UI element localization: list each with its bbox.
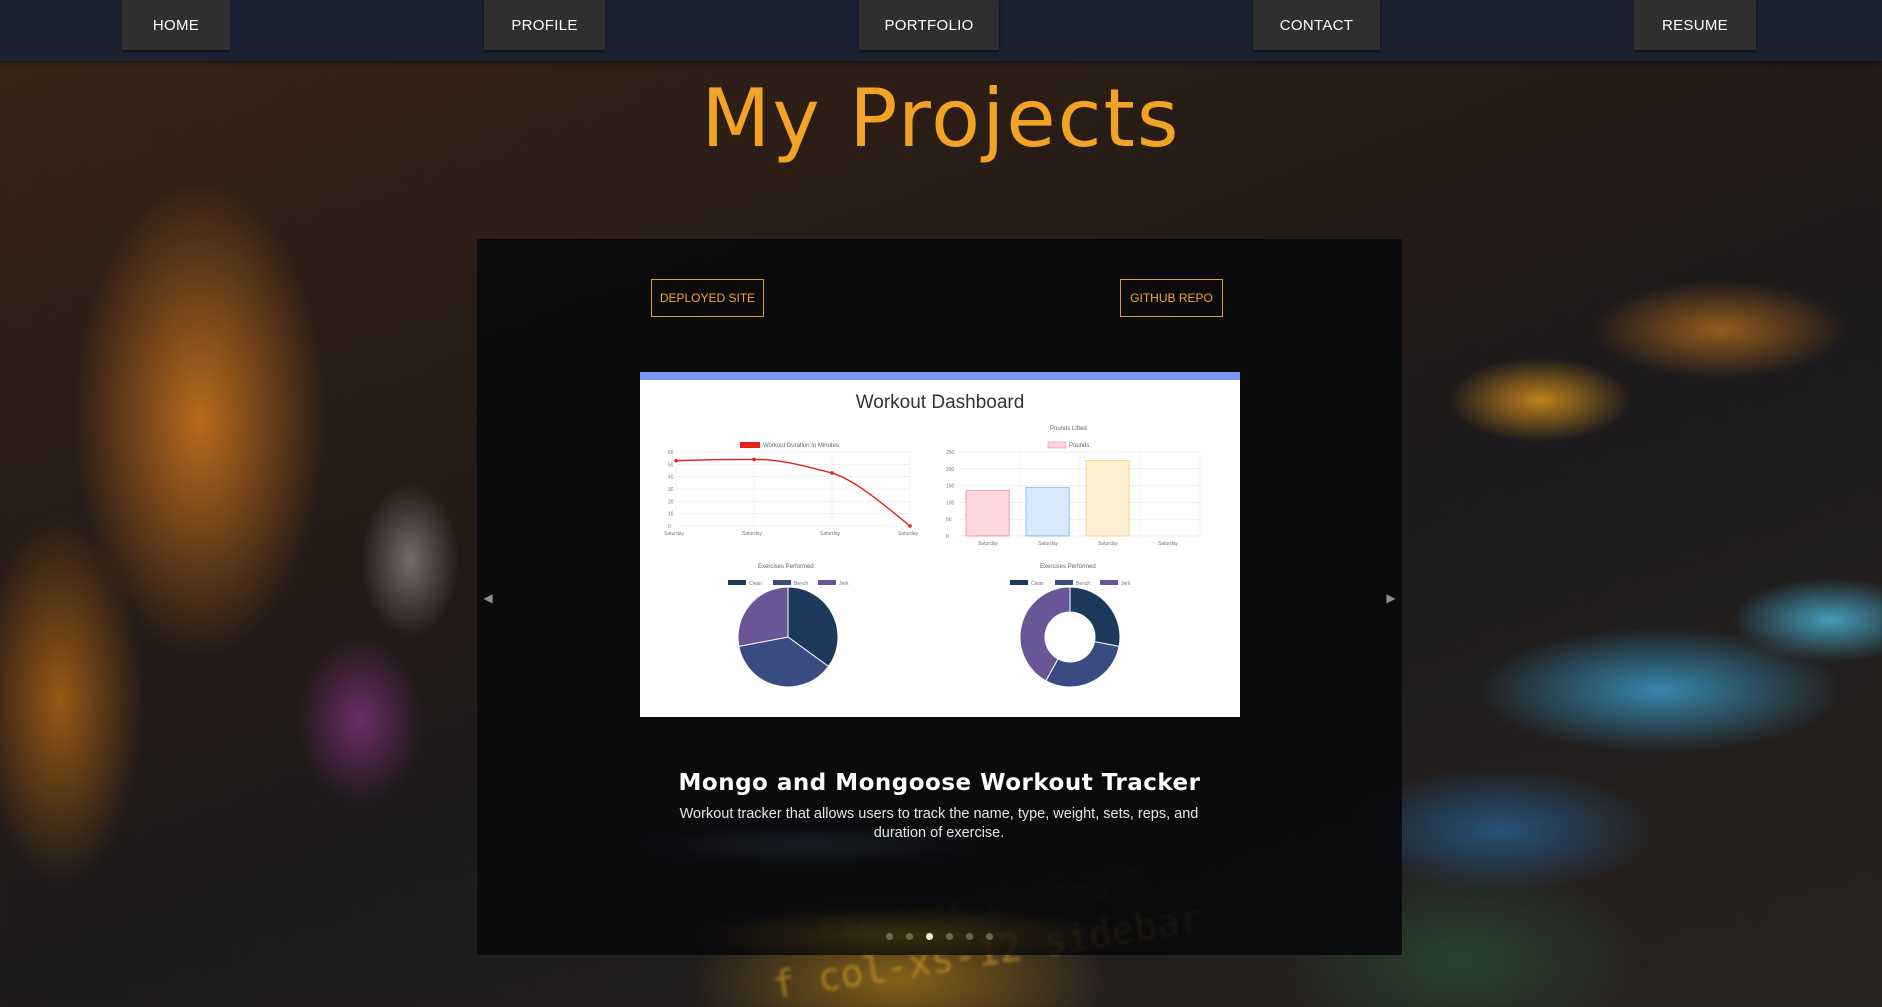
carousel-indicator-dot[interactable]	[886, 933, 893, 940]
bar-legend-swatch	[1047, 441, 1067, 449]
bar	[1025, 486, 1070, 537]
bar-y-tick: 250	[946, 450, 955, 456]
line-y-tick: 10	[668, 512, 674, 518]
bar-title: Pounds Lifted	[1050, 426, 1087, 432]
carousel-indicator-dot[interactable]	[906, 933, 913, 940]
line-point	[674, 458, 678, 463]
pie-legend-label: Jerk	[839, 581, 849, 587]
line-point	[752, 457, 756, 462]
line-x-tick: Saturday	[820, 531, 841, 537]
chevron-left-icon: ◀	[483, 591, 493, 605]
donut-legend-label: Clean	[1031, 581, 1044, 587]
nav-contact-button[interactable]: CONTACT	[1253, 0, 1380, 50]
line-y-tick: 50	[668, 462, 674, 468]
pie-legend-label: Bench	[794, 581, 808, 587]
bar	[965, 490, 1010, 537]
line-point	[830, 471, 834, 475]
line-x-tick: Saturday	[898, 531, 919, 537]
pie-legend-swatch	[773, 580, 791, 585]
carousel-prev-control[interactable]: ◀	[478, 583, 498, 613]
line-y-tick: 0	[668, 524, 671, 530]
line-x-tick: Saturday	[742, 531, 763, 537]
bar-y-tick: 150	[946, 484, 955, 490]
carousel-next-control[interactable]: ▶	[1381, 583, 1401, 613]
line-y-tick: 30	[668, 487, 674, 493]
line-y-tick: 20	[668, 499, 674, 505]
slide-description: Workout tracker that allows users to tra…	[679, 806, 1199, 841]
donut-slice	[1069, 586, 1121, 647]
carousel-indicator-dot[interactable]	[926, 933, 933, 940]
bar-x-tick: Saturday	[1158, 541, 1179, 547]
bar-x-tick: Saturday	[1098, 541, 1119, 547]
bar-y-tick: 100	[946, 500, 955, 506]
bar-y-tick: 200	[946, 467, 955, 473]
github-repo-button[interactable]: GITHUB REPO	[1120, 279, 1223, 317]
line-legend-swatch	[740, 442, 760, 448]
line-point	[908, 524, 912, 528]
pie-title: Exercises Performed	[758, 564, 814, 570]
top-navbar: HOME PROFILE PORTFOLIO CONTACT RESUME	[0, 0, 1882, 61]
carousel-indicators	[477, 933, 1402, 943]
donut-legend-swatch	[1010, 580, 1028, 585]
bar-y-tick: 50	[946, 517, 952, 523]
line-series	[675, 458, 911, 527]
donut-legend-label: Bench	[1076, 581, 1090, 587]
line-y-tick: 60	[668, 450, 674, 456]
bar-legend-label: Pounds	[1069, 443, 1089, 449]
nav-portfolio-button[interactable]: PORTFOLIO	[859, 0, 999, 50]
pie-legend-swatch	[818, 580, 836, 585]
donut-legend-swatch	[1055, 580, 1073, 585]
chevron-right-icon: ▶	[1386, 591, 1396, 605]
line-y-tick: 40	[668, 475, 674, 481]
pie-slice	[737, 586, 789, 647]
pie-legend-swatch	[728, 580, 746, 585]
project-screenshot: Workout Dashboard Workout Duration In Mi…	[640, 372, 1240, 717]
dashboard-charts: Workout Duration In Minutes6050403020100…	[664, 426, 1201, 688]
slide-title: Mongo and Mongoose Workout Tracker	[678, 770, 1201, 796]
project-carousel: DEPLOYED SITE GITHUB REPO ◀ ▶ Workout Da…	[477, 239, 1402, 955]
bar-x-tick: Saturday	[978, 541, 999, 547]
donut-slice	[1045, 641, 1120, 688]
deployed-site-button[interactable]: DEPLOYED SITE	[651, 279, 764, 317]
line-legend-label: Workout Duration In Minutes	[763, 443, 839, 449]
page-title: My Projects	[701, 72, 1181, 165]
donut-legend-label: Jerk	[1121, 581, 1131, 587]
nav-profile-button[interactable]: PROFILE	[484, 0, 605, 50]
carousel-indicator-dot[interactable]	[986, 933, 993, 940]
donut-title: Exercises Performed	[1040, 564, 1096, 570]
nav-resume-button[interactable]: RESUME	[1634, 0, 1756, 50]
nav-home-button[interactable]: HOME	[122, 0, 230, 50]
line-x-tick: Saturday	[664, 531, 685, 537]
pie-legend-label: Clean	[749, 581, 762, 587]
bar-y-tick: 0	[946, 534, 949, 540]
carousel-indicator-dot[interactable]	[966, 933, 973, 940]
bar	[1085, 460, 1130, 537]
bar-x-tick: Saturday	[1038, 541, 1059, 547]
donut-legend-swatch	[1100, 580, 1118, 585]
carousel-indicator-dot[interactable]	[946, 933, 953, 940]
